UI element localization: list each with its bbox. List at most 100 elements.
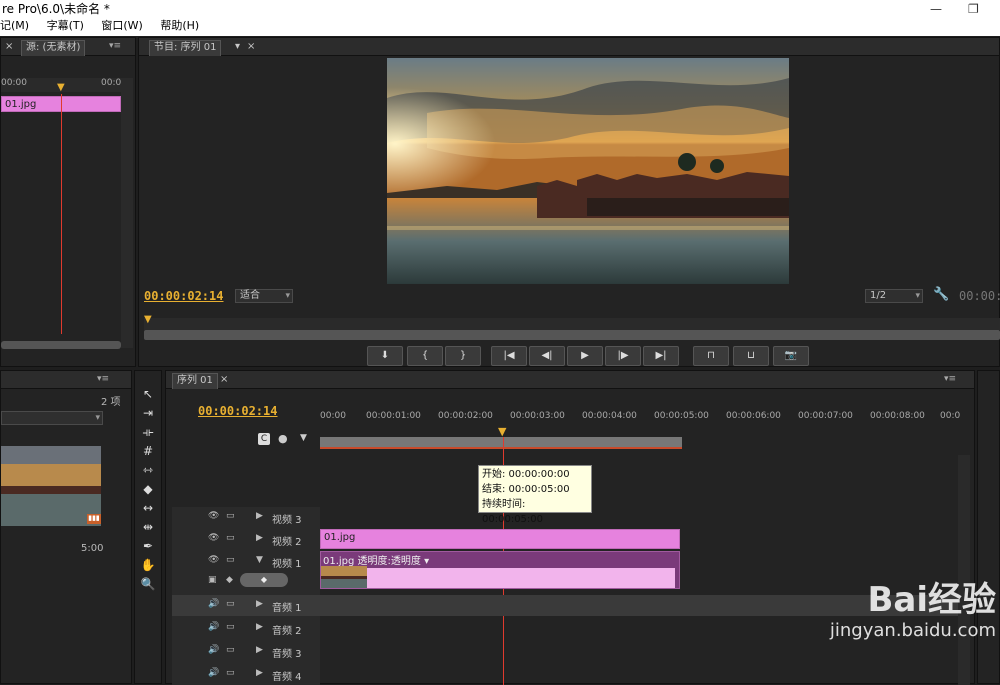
minimize-icon[interactable]: — (930, 0, 942, 18)
snap-icon[interactable]: C (258, 433, 270, 445)
step-forward-button[interactable]: |▶ (605, 346, 641, 366)
tab-close-icon[interactable]: × (243, 40, 259, 56)
track-name: 音频 2 (272, 626, 302, 637)
ruler-label: 00:0 (940, 411, 961, 421)
speaker-icon[interactable]: 🔊 (208, 668, 219, 678)
track-name: 视频 3 (272, 515, 302, 526)
lock-icon[interactable]: ▭ (226, 622, 235, 632)
marker-icon[interactable]: ▼ (300, 433, 307, 443)
work-area-bar[interactable] (320, 437, 682, 449)
lock-icon[interactable]: ▭ (226, 511, 235, 521)
razor-tool-icon[interactable]: ◆ (137, 480, 159, 498)
lift-button[interactable]: ⊓ (693, 346, 729, 366)
hand-tool-icon[interactable]: ✋ (137, 556, 159, 574)
pen-tool-icon[interactable]: ✒ (137, 537, 159, 555)
playhead-marker-icon[interactable]: ▼ (57, 82, 67, 93)
lift-icon: ⊓ (707, 350, 715, 361)
wrench-icon[interactable]: 🔧 (933, 287, 949, 302)
panel-menu-icon[interactable]: ▾≡ (97, 374, 109, 384)
source-vertical-scrollbar[interactable] (121, 78, 133, 348)
lock-icon[interactable]: ▭ (226, 533, 235, 543)
tab-program[interactable]: 节目: 序列 01 (149, 40, 222, 56)
timeline-ruler[interactable]: 00:00 00:00:01:00 00:00:02:00 00:00:03:0… (320, 411, 961, 435)
speaker-icon[interactable]: 🔊 (208, 599, 219, 609)
marker-button[interactable]: ⬇ (367, 346, 403, 366)
clip-type-icon: ▮▮▮ (87, 514, 101, 524)
step-back-button[interactable]: ◀| (529, 346, 565, 366)
lock-icon[interactable]: ▭ (226, 555, 235, 565)
keyframe-display-icon[interactable]: ▣ (208, 575, 217, 585)
window-title-bar: re Pro\6.0\未命名 * — ❐ (0, 0, 1000, 18)
track-audio-4[interactable]: 🔊 ▭ ▶ 音频 4 (172, 664, 958, 685)
expand-icon[interactable]: ▶ (256, 622, 263, 632)
clip-opacity-band[interactable] (367, 568, 675, 588)
program-scrub-ruler[interactable]: ▼ (144, 314, 1000, 330)
expand-icon[interactable]: ▶ (256, 511, 263, 521)
eye-icon[interactable]: 👁 (208, 533, 219, 543)
project-filter-dropdown[interactable] (1, 411, 103, 425)
tab-source[interactable]: 源: (无素材) (21, 40, 86, 56)
program-timecode[interactable]: 00:00:02:14 (144, 289, 223, 303)
expand-icon[interactable]: ▶ (256, 668, 263, 678)
program-panel: 节目: 序列 01 ▾ × 00:00:02:14 适合 ▾ 1/2 ▾ 🔧 0… (138, 37, 1000, 367)
lock-icon[interactable]: ▭ (226, 668, 235, 678)
speaker-icon[interactable]: 🔊 (208, 645, 219, 655)
program-tabstrip: 节目: 序列 01 ▾ × (139, 38, 999, 56)
expand-icon[interactable]: ▶ (256, 533, 263, 543)
slide-tool-icon[interactable]: ⇹ (137, 518, 159, 536)
program-zoom-bar[interactable] (144, 330, 1000, 340)
expand-icon[interactable]: ▶ (256, 599, 263, 609)
tab-close-icon[interactable]: × (1, 40, 17, 56)
eye-icon[interactable]: 👁 (208, 511, 219, 521)
panel-menu-icon[interactable]: ▾≡ (109, 41, 121, 51)
clip-label: 01.jpg 透明度:透明度 ▾ (323, 556, 430, 567)
lock-icon[interactable]: ▭ (226, 599, 235, 609)
keyframe-nav[interactable]: ◆ (240, 573, 288, 587)
program-playhead-icon[interactable]: ▼ (144, 314, 152, 325)
fit-dropdown[interactable]: 适合 (235, 289, 293, 303)
project-thumbnail[interactable] (1, 446, 101, 526)
go-to-out-button[interactable]: ▶| (643, 346, 679, 366)
ripple-edit-tool-icon[interactable]: ⟛ (137, 423, 159, 441)
eye-icon[interactable]: 👁 (208, 555, 219, 565)
marker-icon: ⬇ (380, 350, 390, 361)
panel-menu-icon[interactable]: ▾≡ (944, 374, 956, 384)
tools-panel: ↖ ⇥ ⟛ # ⇿ ◆ ↔ ⇹ ✒ ✋ 🔍 (134, 370, 162, 684)
menu-item-title[interactable]: 字幕(T) (47, 18, 84, 34)
rolling-edit-tool-icon[interactable]: # (137, 442, 159, 460)
rate-stretch-tool-icon[interactable]: ⇿ (137, 461, 159, 479)
source-playhead[interactable] (61, 94, 62, 334)
restore-icon[interactable]: ❐ (968, 0, 979, 18)
track-select-tool-icon[interactable]: ⇥ (137, 404, 159, 422)
watermark: Bai经验 jingyan.baidu.com (766, 580, 996, 664)
extract-button[interactable]: ⊔ (733, 346, 769, 366)
project-item-count: 2 项 (101, 397, 121, 408)
lock-icon[interactable]: ▭ (226, 645, 235, 655)
source-scrollbar[interactable] (1, 341, 121, 349)
tab-close-icon[interactable]: × (216, 373, 232, 389)
add-marker-icon[interactable]: ● (278, 432, 288, 445)
clip-video-1[interactable]: 01.jpg 透明度:透明度 ▾ (320, 551, 680, 589)
tab-sequence[interactable]: 序列 01 (172, 373, 218, 389)
menu-item-help[interactable]: 帮助(H) (160, 18, 199, 34)
mark-in-button[interactable]: { (407, 346, 443, 366)
go-to-in-button[interactable]: |◀ (491, 346, 527, 366)
clip-video-2[interactable]: 01.jpg (320, 529, 680, 549)
add-keyframe-icon[interactable]: ◆ (226, 575, 233, 585)
track-video-3[interactable]: 👁 ▭ ▶ 视频 3 (172, 507, 958, 528)
mark-out-button[interactable]: } (445, 346, 481, 366)
zoom-tool-icon[interactable]: 🔍 (137, 575, 159, 593)
play-button[interactable]: ▶ (567, 346, 603, 366)
resolution-dropdown[interactable]: 1/2 (865, 289, 923, 303)
timeline-timecode[interactable]: 00:00:02:14 (198, 404, 277, 418)
expand-icon[interactable]: ▶ (256, 645, 263, 655)
selection-tool-icon[interactable]: ↖ (137, 385, 159, 403)
collapse-icon[interactable]: ▼ (256, 555, 263, 565)
menu-item-window[interactable]: 窗口(W) (101, 18, 142, 34)
slip-tool-icon[interactable]: ↔ (137, 499, 159, 517)
go-to-out-icon: ▶| (655, 350, 667, 361)
menu-item-marker[interactable]: 记(M) (0, 18, 29, 34)
export-frame-button[interactable]: 📷 (773, 346, 809, 366)
speaker-icon[interactable]: 🔊 (208, 622, 219, 632)
play-icon: ▶ (581, 350, 589, 361)
